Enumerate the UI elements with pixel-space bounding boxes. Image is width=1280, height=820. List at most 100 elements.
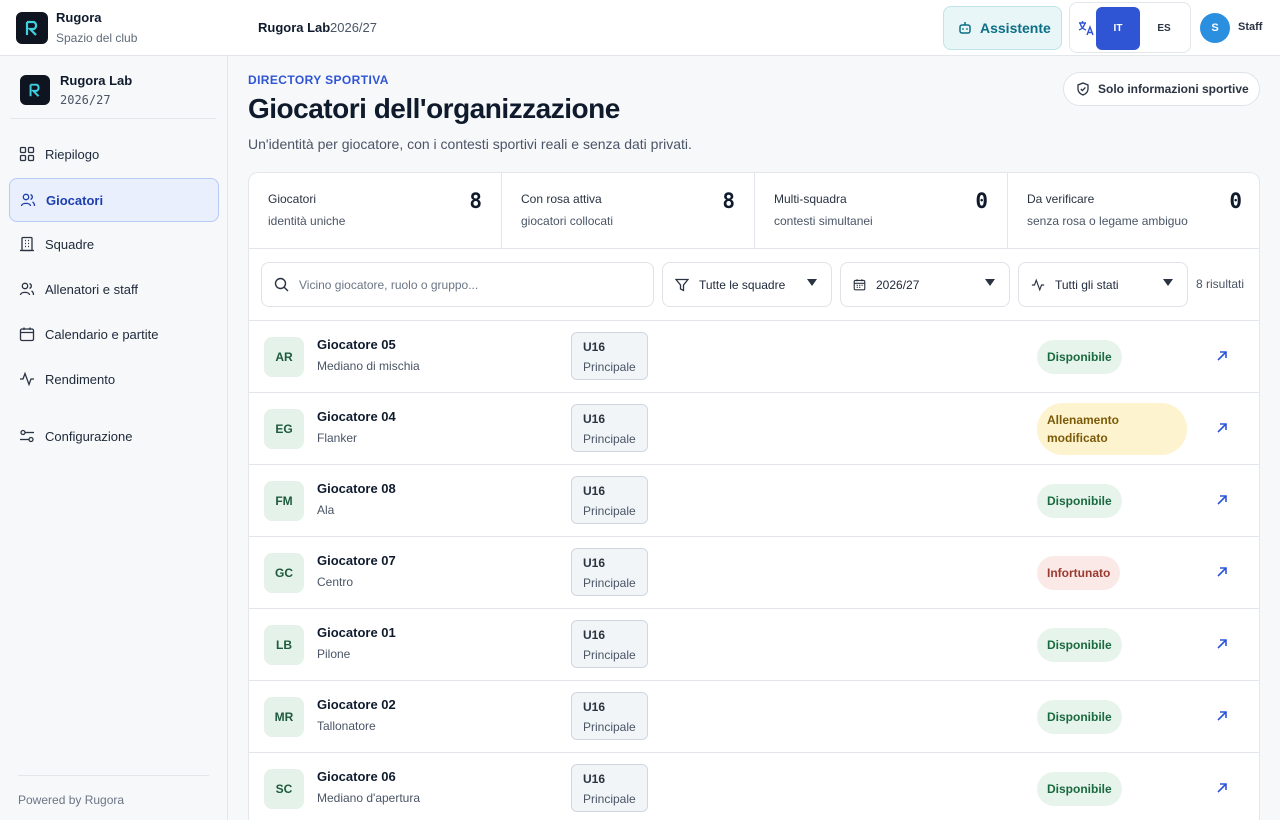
stats-strip: Giocatori identità uniche 8 Con rosa att… (249, 173, 1259, 249)
player-role: Mediano di mischia (317, 359, 420, 373)
player-name[interactable]: Giocatore 05 (317, 337, 396, 352)
sidebar-item-label: Configurazione (45, 428, 133, 444)
team-filter-select[interactable]: Tutte le squadre (662, 262, 832, 307)
player-row[interactable]: FM Giocatore 08 Ala U16 Principale Dispo… (249, 465, 1259, 537)
search-input[interactable] (299, 277, 639, 292)
arrow-up-right-icon[interactable] (1215, 709, 1229, 723)
team-name: Principale (583, 504, 636, 518)
translate-icon (1078, 21, 1094, 36)
top-bar: Rugora Spazio del club Rugora Lab 2026/2… (0, 0, 1280, 56)
player-name[interactable]: Giocatore 07 (317, 553, 396, 568)
player-row[interactable]: GC Giocatore 07 Centro U16 Principale In… (249, 537, 1259, 609)
sidebar-item-rendimento[interactable]: Rendimento (9, 357, 219, 401)
sidebar-item-calendario[interactable]: Calendario e partite (9, 312, 219, 356)
stat-value: 8 (469, 189, 482, 213)
org-card[interactable]: Rugora Lab 2026/27 (10, 64, 216, 119)
powered-by: Powered by Rugora (18, 793, 125, 807)
filters-bar: Tutte le squadre 2026/27 Tutti gli stati… (249, 249, 1259, 321)
org-season: 2026/27 (60, 93, 111, 107)
team-chip[interactable]: U16 Principale (571, 548, 648, 596)
player-role: Ala (317, 503, 335, 517)
player-row[interactable]: MR Giocatore 02 Tallonatore U16 Principa… (249, 681, 1259, 753)
sidebar-item-label: Giocatori (46, 192, 104, 208)
status-badge: Disponibile (1037, 628, 1122, 662)
player-initials: AR (264, 337, 304, 377)
rugora-logo-icon[interactable] (16, 12, 48, 44)
sidebar-item-riepilogo[interactable]: Riepilogo (9, 132, 219, 176)
arrow-up-right-icon[interactable] (1215, 781, 1229, 795)
stat-label: Multi-squadra (774, 192, 847, 206)
assistant-label: Assistente (980, 20, 1051, 36)
stat-sub: senza rosa o legame ambiguo (1027, 214, 1188, 228)
player-row[interactable]: SC Giocatore 06 Mediano d'apertura U16 P… (249, 753, 1259, 820)
team-name: Principale (583, 432, 636, 446)
status-badge: Disponibile (1037, 340, 1122, 374)
team-name: Principale (583, 792, 636, 806)
arrow-up-right-icon[interactable] (1215, 493, 1229, 507)
player-name[interactable]: Giocatore 01 (317, 625, 396, 640)
sidebar-item-squadre[interactable]: Squadre (9, 222, 219, 266)
arrow-up-right-icon[interactable] (1215, 421, 1229, 435)
status-badge: Disponibile (1037, 700, 1122, 734)
stat-value: 0 (1229, 189, 1242, 213)
user-avatar[interactable]: S (1200, 13, 1230, 43)
stat-value: 8 (722, 189, 735, 213)
lang-es-button[interactable]: ES (1142, 7, 1186, 50)
page-title: Giocatori dell'organizzazione (248, 93, 620, 124)
arrow-up-right-icon[interactable] (1215, 349, 1229, 363)
search-icon (274, 277, 289, 292)
team-chip[interactable]: U16 Principale (571, 404, 648, 452)
player-row[interactable]: LB Giocatore 01 Pilone U16 Principale Di… (249, 609, 1259, 681)
sidebar-item-configurazione[interactable]: Configurazione (9, 414, 219, 458)
player-role: Mediano d'apertura (317, 791, 421, 805)
player-name[interactable]: Giocatore 02 (317, 697, 396, 712)
users-icon (20, 193, 36, 207)
stat-sub: identità uniche (268, 214, 346, 228)
team-age-group: U16 (583, 628, 606, 642)
team-filter-value: Tutte le squadre (699, 277, 786, 292)
player-initials: EG (264, 409, 304, 449)
player-row[interactable]: EG Giocatore 04 Flanker U16 Principale A… (249, 393, 1259, 465)
team-chip[interactable]: U16 Principale (571, 692, 648, 740)
status-badge: Disponibile (1037, 484, 1122, 518)
team-chip[interactable]: U16 Principale (571, 332, 648, 380)
status-badge: Allenamento modificato (1037, 403, 1187, 455)
player-name[interactable]: Giocatore 08 (317, 481, 396, 496)
team-chip[interactable]: U16 Principale (571, 476, 648, 524)
user-role[interactable]: Staff (1238, 21, 1262, 33)
arrow-up-right-icon[interactable] (1215, 637, 1229, 651)
org-logo-icon (20, 75, 50, 105)
sidebar-item-label: Riepilogo (45, 146, 100, 162)
stat-sub: contesti simultanei (774, 214, 873, 228)
arrow-up-right-icon[interactable] (1215, 565, 1229, 579)
sidebar-item-label: Rendimento (45, 371, 116, 387)
chevron-down-icon (1163, 279, 1173, 286)
team-chip[interactable]: U16 Principale (571, 764, 648, 812)
search-box[interactable] (261, 262, 654, 307)
stat-card: Multi-squadra contesti simultanei 0 (755, 173, 1008, 249)
activity-icon (20, 371, 34, 387)
player-initials: MR (264, 697, 304, 737)
context-org-name: Rugora Lab (258, 20, 331, 35)
sidebar-item-giocatori[interactable]: Giocatori (9, 178, 219, 222)
stat-sub: giocatori collocati (521, 214, 614, 228)
team-chip[interactable]: U16 Principale (571, 620, 648, 668)
player-row[interactable]: AR Giocatore 05 Mediano di mischia U16 P… (249, 321, 1259, 393)
season-filter-select[interactable]: 2026/27 (840, 262, 1010, 307)
team-name: Principale (583, 576, 636, 590)
player-role: Flanker (317, 431, 358, 445)
lang-it-button[interactable]: IT (1096, 7, 1140, 50)
sidebar-divider (18, 775, 209, 776)
player-name[interactable]: Giocatore 06 (317, 769, 396, 784)
state-filter-select[interactable]: Tutti gli stati (1018, 262, 1188, 307)
assistant-button[interactable]: Assistente (943, 6, 1062, 50)
player-name[interactable]: Giocatore 04 (317, 409, 396, 424)
state-filter-value: Tutti gli stati (1055, 277, 1119, 292)
sidebar-item-allenatori[interactable]: Allenatori e staff (9, 267, 219, 311)
team-name: Principale (583, 360, 636, 374)
language-switcher: IT ES (1069, 2, 1191, 53)
context-season: 2026/27 (330, 20, 377, 35)
bot-icon (959, 22, 971, 34)
stat-label: Con rosa attiva (521, 192, 602, 206)
settings-sliders-icon (20, 429, 34, 443)
